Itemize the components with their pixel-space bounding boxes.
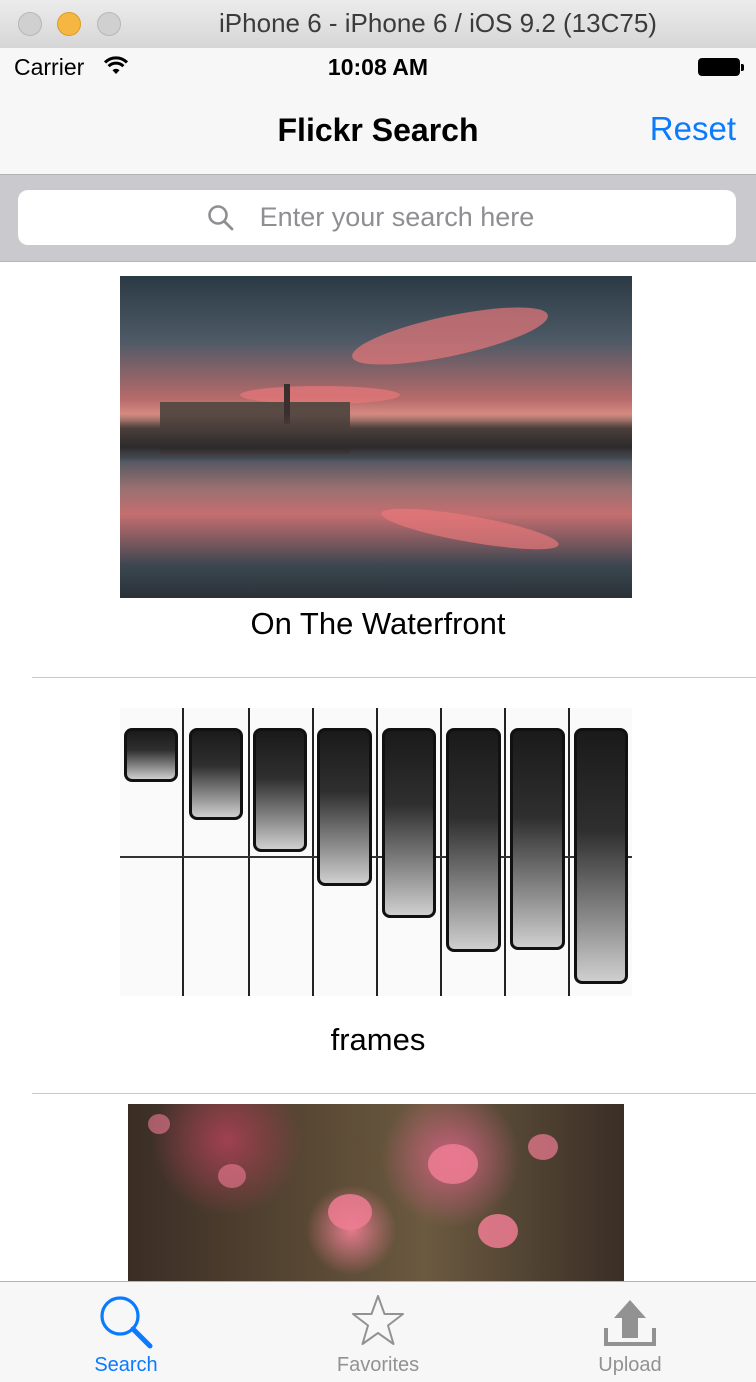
results-list[interactable]: On The Waterfront frames [0,262,756,1281]
minimize-window-button[interactable] [57,12,81,36]
nav-title: Flickr Search [277,112,479,148]
search-input[interactable] [18,190,736,245]
window-title: iPhone 6 - iPhone 6 / iOS 9.2 (13C75) [219,8,657,38]
upload-icon [604,1300,656,1346]
tab-search[interactable]: Search [0,1282,252,1382]
search-icon [100,1296,153,1349]
status-time: 10:08 AM [327,54,429,80]
search-field[interactable] [18,190,736,245]
zoom-window-button[interactable] [97,12,121,36]
window-titlebar: iPhone 6 - iPhone 6 / iOS 9.2 (13C75) [0,0,756,49]
tab-favorites[interactable]: Favorites [252,1282,504,1382]
simulator-window: iPhone 6 - iPhone 6 / iOS 9.2 (13C75) Ca… [0,0,756,1382]
tab-bar: Search Favorites Upload [0,1281,756,1382]
tab-upload[interactable]: Upload [504,1282,756,1382]
result-photo [128,1104,624,1281]
list-item[interactable] [0,262,756,1281]
status-bar: Carrier 10:08 AM [0,48,756,88]
close-window-button[interactable] [18,12,42,36]
battery-icon [698,58,744,76]
reset-button[interactable]: Reset [650,110,736,148]
search-bar [0,175,756,262]
star-icon [352,1295,404,1345]
tab-label: Favorites [336,1354,420,1376]
navigation-bar: Flickr Search Reset [0,88,756,175]
tab-label: Upload [598,1354,662,1376]
tab-label: Search [94,1354,158,1376]
